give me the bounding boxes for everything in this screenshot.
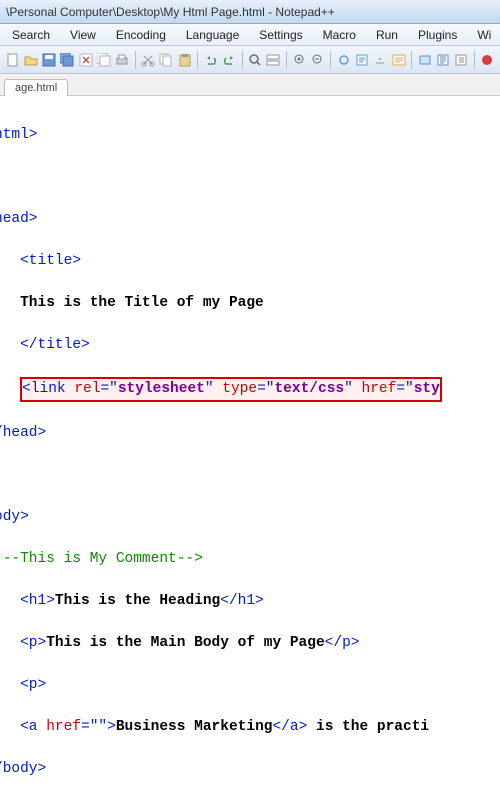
func-list-icon[interactable] bbox=[454, 51, 469, 69]
body-tag: ody> bbox=[0, 509, 29, 525]
toolbar-separator bbox=[411, 51, 412, 69]
toolbar-separator bbox=[197, 51, 198, 69]
code-editor[interactable]: html> head> <title> This is the Title of… bbox=[0, 96, 500, 810]
print-icon[interactable] bbox=[115, 51, 130, 69]
p-open: <p> bbox=[20, 677, 46, 693]
window-title: \Personal Computer\Desktop\My Html Page.… bbox=[6, 5, 335, 19]
whitespace-icon[interactable] bbox=[373, 51, 388, 69]
copy-icon[interactable] bbox=[159, 51, 174, 69]
tab-bar: age.html bbox=[0, 74, 500, 96]
toolbar-separator bbox=[474, 51, 475, 69]
toolbar-separator bbox=[242, 51, 243, 69]
record-macro-icon[interactable] bbox=[480, 51, 495, 69]
title-text: This is the Title of my Page bbox=[20, 295, 264, 311]
menu-encoding[interactable]: Encoding bbox=[106, 25, 176, 45]
new-file-icon[interactable] bbox=[5, 51, 20, 69]
menu-settings[interactable]: Settings bbox=[249, 25, 312, 45]
tab-label: age.html bbox=[15, 82, 57, 94]
toolbar-separator bbox=[135, 51, 136, 69]
html-tag: html> bbox=[0, 127, 38, 143]
title-close: </title> bbox=[20, 337, 90, 353]
file-tab[interactable]: age.html bbox=[4, 79, 68, 96]
zoom-in-icon[interactable] bbox=[292, 51, 307, 69]
undo-icon[interactable] bbox=[203, 51, 218, 69]
link-text: Business Marketing bbox=[116, 719, 273, 735]
indent-icon[interactable] bbox=[391, 51, 406, 69]
sync-icon[interactable] bbox=[336, 51, 351, 69]
h1-text: This is the Heading bbox=[55, 593, 220, 609]
title-open: <title> bbox=[20, 253, 81, 269]
folder-icon[interactable] bbox=[417, 51, 432, 69]
menu-search[interactable]: Search bbox=[2, 25, 60, 45]
close-all-icon[interactable] bbox=[96, 51, 111, 69]
cut-icon[interactable] bbox=[141, 51, 156, 69]
wrap-icon[interactable] bbox=[354, 51, 369, 69]
close-icon[interactable] bbox=[78, 51, 93, 69]
menu-run[interactable]: Run bbox=[366, 25, 408, 45]
link-highlight: <link rel="stylesheet" type="text/css" h… bbox=[20, 377, 442, 402]
menu-language[interactable]: Language bbox=[176, 25, 249, 45]
menu-view[interactable]: View bbox=[60, 25, 106, 45]
comment: !--This is My Comment--> bbox=[0, 551, 203, 567]
toolbar-separator bbox=[330, 51, 331, 69]
body-close: /body> bbox=[0, 761, 46, 777]
toolbar bbox=[0, 46, 500, 74]
menu-window[interactable]: Wi bbox=[467, 25, 500, 45]
doc-map-icon[interactable] bbox=[435, 51, 450, 69]
p-text: This is the Main Body of my Page bbox=[46, 635, 324, 651]
menu-macro[interactable]: Macro bbox=[313, 25, 366, 45]
find-icon[interactable] bbox=[248, 51, 263, 69]
zoom-out-icon[interactable] bbox=[310, 51, 325, 69]
redo-icon[interactable] bbox=[221, 51, 236, 69]
replace-icon[interactable] bbox=[266, 51, 281, 69]
menu-plugins[interactable]: Plugins bbox=[408, 25, 467, 45]
window-title-bar: \Personal Computer\Desktop\My Html Page.… bbox=[0, 0, 500, 24]
head-tag: head> bbox=[0, 211, 38, 227]
open-file-icon[interactable] bbox=[23, 51, 38, 69]
toolbar-separator bbox=[286, 51, 287, 69]
head-close: /head> bbox=[0, 425, 46, 441]
save-icon[interactable] bbox=[42, 51, 57, 69]
paste-icon[interactable] bbox=[177, 51, 192, 69]
menu-bar: Search View Encoding Language Settings M… bbox=[0, 24, 500, 46]
save-all-icon[interactable] bbox=[60, 51, 75, 69]
